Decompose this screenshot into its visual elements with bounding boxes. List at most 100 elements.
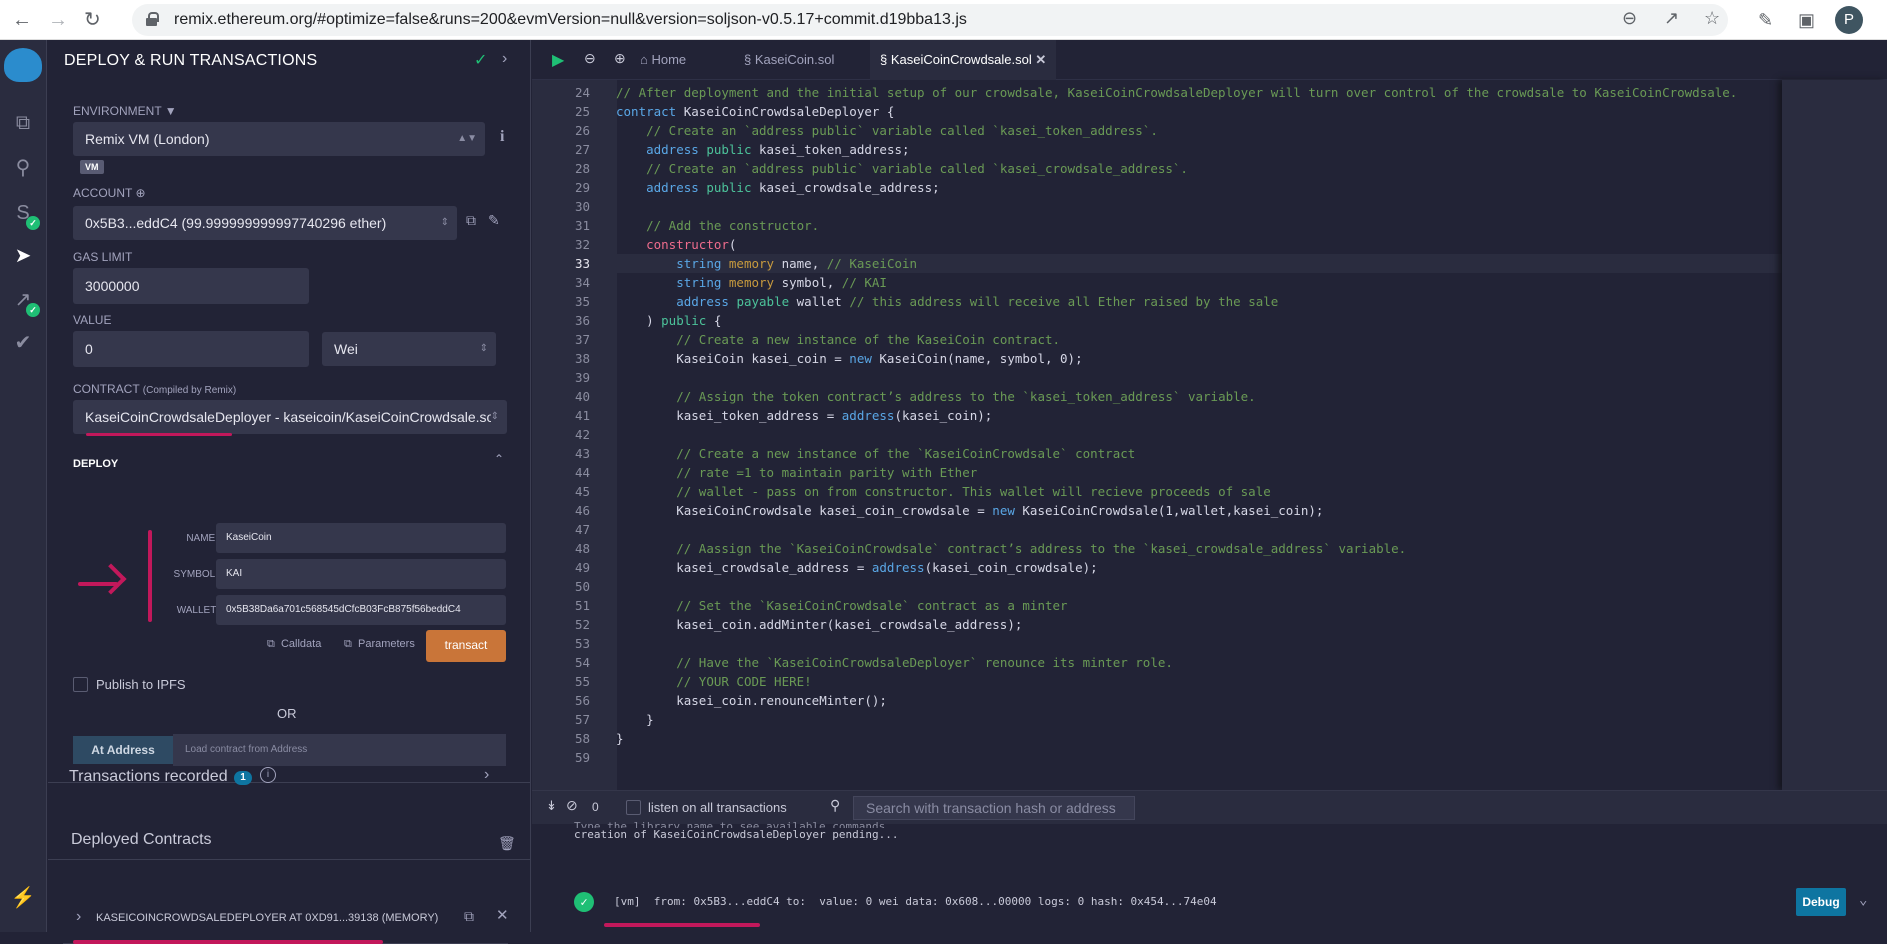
environment-select[interactable]: Remix VM (London) ▲▼ <box>73 122 485 156</box>
code-line[interactable]: ) public { <box>616 311 721 330</box>
code-line[interactable]: // Add the constructor. <box>616 216 819 235</box>
value-input[interactable]: 0 <box>73 331 309 367</box>
calldata-button[interactable]: ⧉ Calldata <box>267 638 321 651</box>
code-line[interactable]: // After deployment and the initial setu… <box>616 83 1737 102</box>
zoom-in-icon[interactable]: ⊕ <box>614 50 626 67</box>
code-line[interactable]: constructor( <box>616 235 736 254</box>
code-minimap[interactable] <box>1782 80 1887 790</box>
code-line[interactable]: // Create a new instance of the KaseiCoi… <box>616 330 1060 349</box>
gas-limit-input[interactable]: 3000000 <box>73 268 309 304</box>
code-line[interactable]: // YOUR CODE HERE! <box>616 672 811 691</box>
edit-icon[interactable]: ✎ <box>488 212 500 229</box>
trash-icon[interactable]: 🗑 <box>498 835 516 852</box>
side-panel-icon[interactable]: ▣ <box>1798 6 1815 34</box>
plugin-manager-icon[interactable]: ⚡ <box>10 885 36 911</box>
code-line[interactable]: // rate =1 to maintain parity with Ether <box>616 463 977 482</box>
code-line[interactable]: address public kasei_token_address; <box>616 140 909 159</box>
forward-icon[interactable]: → <box>48 8 68 32</box>
code-line[interactable]: KaseiCoinCrowdsale kasei_coin_crowdsale … <box>616 501 1323 520</box>
terminal-search-input[interactable]: Search with transaction hash or address <box>853 796 1135 820</box>
at-address-input[interactable]: Load contract from Address <box>173 734 506 766</box>
code-line[interactable]: } <box>616 710 654 729</box>
code-line[interactable]: } <box>616 729 624 748</box>
code-line[interactable]: // Create an `address public` variable c… <box>616 121 1158 140</box>
contract-label: CONTRACT (Compiled by Remix) <box>73 382 237 396</box>
code-line[interactable]: // wallet - pass on from constructor. Th… <box>616 482 1271 501</box>
zoom-out-icon[interactable]: ⊖ <box>584 50 596 67</box>
account-label: ACCOUNT ⊕ <box>73 186 146 200</box>
url-text[interactable]: remix.ethereum.org/#optimize=false&runs=… <box>174 11 967 29</box>
code-line[interactable]: string memory name, // KaseiCoin <box>616 254 917 273</box>
code-line[interactable]: string memory symbol, // KAI <box>616 273 887 292</box>
code-line[interactable]: // Assign the token contract’s address t… <box>616 387 1255 406</box>
code-line[interactable]: KaseiCoin kasei_coin = new KaseiCoin(nam… <box>616 349 1082 368</box>
code-line[interactable]: // Create a new instance of the `KaseiCo… <box>616 444 1135 463</box>
extensions-icon[interactable]: ✎ <box>1758 6 1773 34</box>
add-account-icon[interactable]: ⊕ <box>135 186 145 200</box>
code-line[interactable]: // Have the `KaseiCoinCrowdsaleDeployer`… <box>616 653 1173 672</box>
profile-avatar[interactable]: P <box>1835 6 1863 34</box>
code-line[interactable]: kasei_crowdsale_address = address(kasei_… <box>616 558 1097 577</box>
remix-logo-icon[interactable] <box>4 48 42 82</box>
code-line[interactable]: kasei_coin.addMinter(kasei_crowdsale_add… <box>616 615 1022 634</box>
listen-checkbox[interactable] <box>626 800 641 815</box>
deployed-contract-item[interactable]: KASEICOINCROWDSALEDEPLOYER AT 0XD91...39… <box>96 912 438 924</box>
solidity-compiler-icon[interactable]: S ✓ <box>10 200 40 230</box>
reload-icon[interactable]: ↻ <box>84 8 101 32</box>
debug-button[interactable]: Debug <box>1796 888 1846 916</box>
search-icon[interactable]: ⚲ <box>10 155 36 181</box>
at-address-button[interactable]: At Address <box>73 736 173 764</box>
close-tab-icon[interactable]: ✕ <box>1035 52 1046 67</box>
publish-ipfs-checkbox[interactable] <box>73 677 88 692</box>
code-line[interactable]: kasei_coin.renounceMinter(); <box>616 691 887 710</box>
clear-console-icon[interactable]: ⊘ <box>566 797 578 814</box>
line-number: 32 <box>574 237 590 252</box>
value-unit-select[interactable]: Wei ⇕ <box>322 332 496 366</box>
transact-button[interactable]: transact <box>426 630 506 662</box>
code-line[interactable]: // Set the `KaseiCoinCrowdsale` contract… <box>616 596 1067 615</box>
file-explorer-icon[interactable]: ⧉ <box>10 110 36 136</box>
gas-limit-label: GAS LIMIT <box>73 250 133 264</box>
analysis-icon[interactable]: ↗ ✓ <box>10 287 40 317</box>
unit-testing-icon[interactable]: ✔ <box>10 330 36 356</box>
line-number: 57 <box>574 712 590 727</box>
param-input-symbol[interactable]: KAI <box>216 559 506 589</box>
select-arrows-icon: ⇕ <box>479 343 488 354</box>
info-icon[interactable]: i <box>260 767 276 783</box>
code-line[interactable]: address payable wallet // this address w… <box>616 292 1278 311</box>
tab-home[interactable]: ⌂ Home <box>640 40 686 80</box>
remove-contract-icon[interactable]: ✕ <box>496 906 509 924</box>
collapse-chevron-up-icon[interactable]: ⌃ <box>494 452 504 466</box>
code-line[interactable]: contract KaseiCoinCrowdsaleDeployer { <box>616 102 894 121</box>
chevron-right-icon[interactable]: › <box>484 766 489 784</box>
copy-address-icon[interactable]: ⧉ <box>464 908 474 925</box>
parameters-button[interactable]: ⧉ Parameters <box>344 638 415 651</box>
share-icon[interactable]: ↗ <box>1664 4 1679 32</box>
deploy-run-icon[interactable]: ➤ <box>10 243 36 269</box>
code-editor[interactable]: 24 25 26 27 28 29 30 31 32 33 34 35 36 37 38 39 40 41 42 43… <box>532 80 1782 790</box>
contract-select[interactable]: KaseiCoinCrowdsaleDeployer - kaseicoin/K… <box>73 400 507 434</box>
address-bar[interactable]: remix.ethereum.org/#optimize=false&runs=… <box>132 4 1728 36</box>
code-line[interactable]: // Aassign the `KaseiCoinCrowdsale` cont… <box>616 539 1406 558</box>
param-input-wallet[interactable]: 0x5B38Da6a701c568545dCfcB03FcB875f56bedd… <box>216 595 506 625</box>
expand-chevron-down-icon[interactable]: ⌄ <box>1859 892 1867 908</box>
run-play-icon[interactable]: ▶ <box>552 50 564 70</box>
param-input-name[interactable]: KaseiCoin <box>216 523 506 553</box>
bookmark-star-icon[interactable]: ☆ <box>1704 4 1720 32</box>
account-select[interactable]: 0x5B3...eddC4 (99.999999999997740296 eth… <box>73 206 457 240</box>
tab-kaseicoincrowdsale-sol[interactable]: § KaseiCoinCrowdsale.sol ✕ <box>870 40 1057 80</box>
info-icon[interactable]: i <box>500 128 504 146</box>
back-icon[interactable]: ← <box>12 8 32 32</box>
zoom-out-icon[interactable]: ⊖ <box>1622 4 1637 32</box>
tab-kaseicoin-sol[interactable]: § KaseiCoin.sol <box>744 40 834 80</box>
icon-rail: ⧉ ⚲ S ✓ ➤ ↗ ✓ ✔ ⚡ <box>0 40 47 932</box>
chevron-right-icon[interactable]: › <box>502 50 507 68</box>
transaction-log-line[interactable]: [vm] from: 0x5B3...eddC4 to: value: 0 we… <box>614 895 1217 908</box>
copy-icon[interactable]: ⧉ <box>466 212 476 229</box>
expand-chevron-icon[interactable]: › <box>76 908 81 926</box>
transactions-recorded-label[interactable]: Transactions recorded <box>69 768 228 786</box>
code-line[interactable]: // Create an `address public` variable c… <box>616 159 1188 178</box>
code-line[interactable]: kasei_token_address = address(kasei_coin… <box>616 406 992 425</box>
collapse-terminal-icon[interactable]: ↡ <box>546 798 557 814</box>
code-line[interactable]: address public kasei_crowdsale_address; <box>616 178 940 197</box>
